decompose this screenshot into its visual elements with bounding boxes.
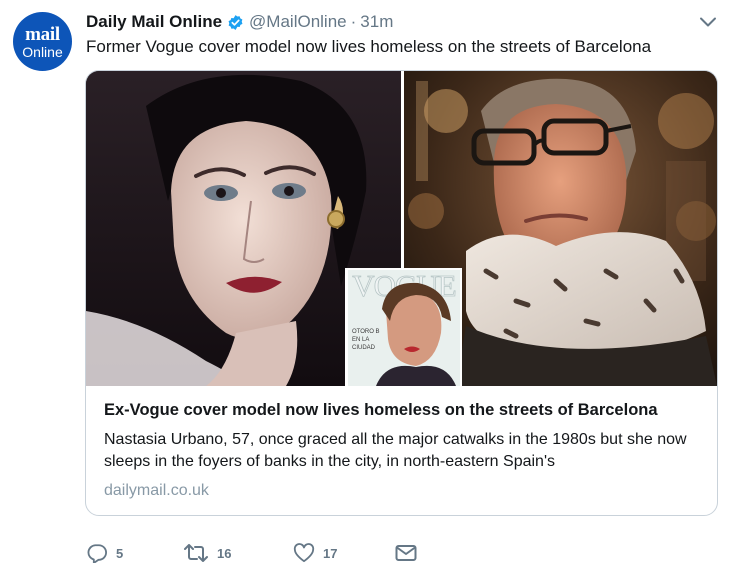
account-name[interactable]: Daily Mail Online: [86, 12, 222, 32]
retweet-button[interactable]: 16: [183, 544, 293, 562]
like-count: 17: [323, 545, 338, 561]
retweet-count: 16: [217, 545, 232, 561]
verified-badge-icon: [227, 14, 244, 31]
card-description: Nastasia Urbano, 57, once graced all the…: [104, 431, 687, 470]
vogue-cover-line-3: CIUDAD: [352, 345, 376, 351]
card-title[interactable]: Ex-Vogue cover model now lives homeless …: [104, 401, 704, 420]
card-body[interactable]: Ex-Vogue cover model now lives homeless …: [104, 401, 704, 500]
avatar-logo-mail: mail: [25, 23, 60, 45]
tweet-actions: 5 16 17: [86, 542, 417, 564]
reply-button[interactable]: 5: [86, 543, 183, 563]
card-domain: dailymail.co.uk: [104, 482, 209, 499]
account-avatar[interactable]: mail Online: [13, 12, 72, 71]
tweet-text: Former Vogue cover model now lives homel…: [86, 37, 652, 56]
like-button[interactable]: 17: [293, 543, 395, 563]
account-handle[interactable]: @MailOnline: [249, 12, 347, 32]
reply-icon: [86, 543, 108, 563]
link-card[interactable]: VOGUE OTORO B EN LA CIUDAD Ex-Vogue cove…: [85, 70, 718, 516]
like-heart-icon: [293, 543, 315, 563]
retweet-icon: [183, 544, 209, 562]
avatar-logo-online: Online: [22, 43, 63, 60]
direct-message-button[interactable]: [395, 544, 417, 562]
chevron-down-icon[interactable]: [697, 14, 719, 30]
vogue-cover-line-2: EN LA: [352, 337, 369, 343]
vogue-cover-line-1: OTORO B: [352, 329, 380, 335]
tweet-header: Daily Mail Online @MailOnline · 31m: [86, 11, 393, 33]
tweet-timestamp[interactable]: 31m: [360, 12, 393, 32]
vogue-cover-inset: VOGUE OTORO B EN LA CIUDAD: [345, 268, 462, 386]
reply-count: 5: [116, 545, 124, 561]
header-separator: ·: [350, 12, 357, 31]
card-image[interactable]: VOGUE OTORO B EN LA CIUDAD: [86, 71, 717, 386]
direct-message-envelope-icon: [395, 544, 417, 562]
